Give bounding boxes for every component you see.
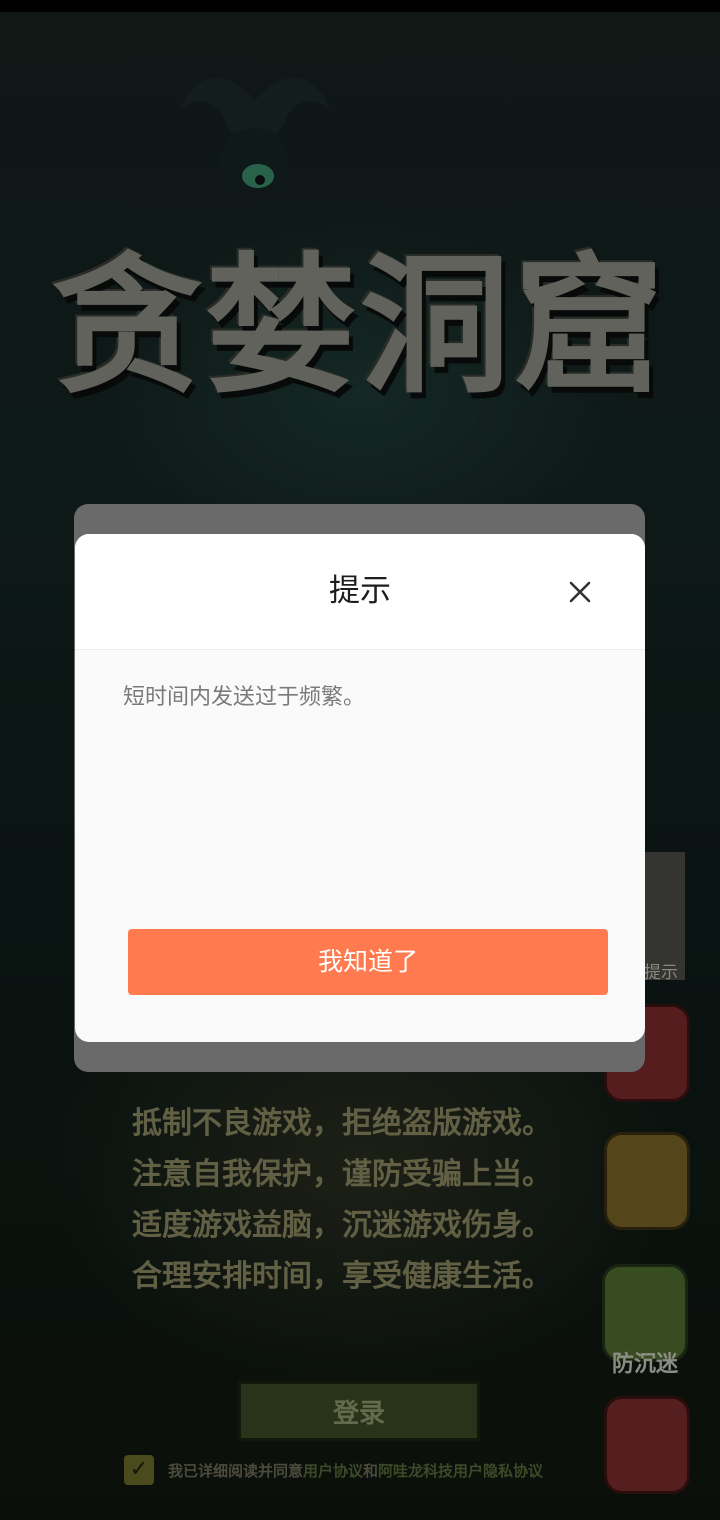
- close-icon[interactable]: [569, 581, 591, 603]
- dialog-header: 提示: [75, 534, 645, 650]
- confirm-button[interactable]: 我知道了: [128, 929, 608, 995]
- alert-dialog: 提示 短时间内发送过于频繁。 我知道了: [75, 534, 645, 1042]
- dialog-message: 短时间内发送过于频繁。: [123, 685, 366, 710]
- dialog-title: 提示: [329, 573, 391, 609]
